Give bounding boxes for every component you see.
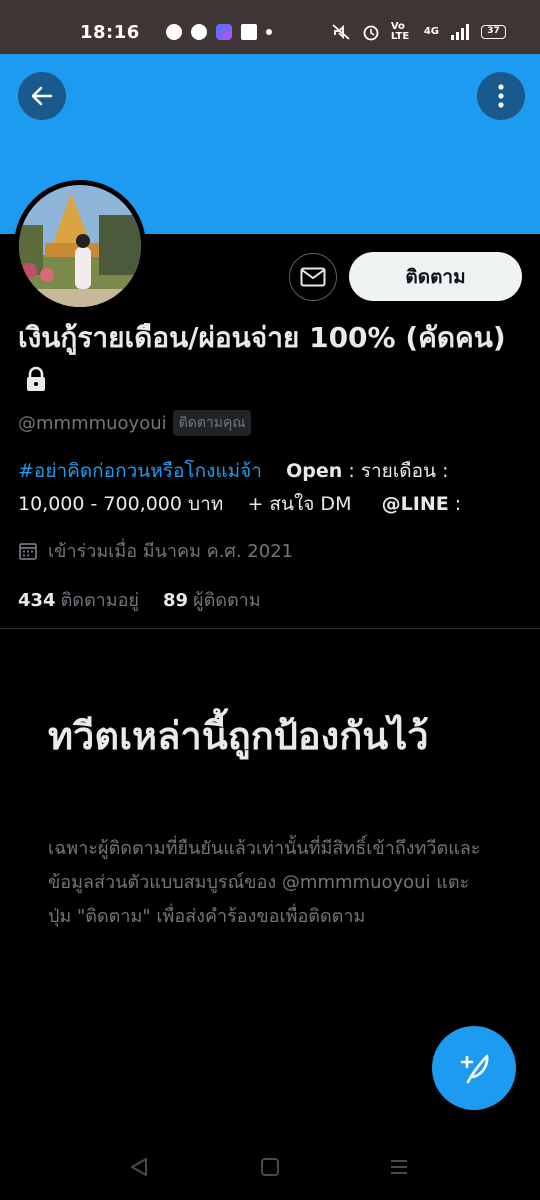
mail-icon bbox=[300, 267, 326, 287]
avatar-image bbox=[19, 185, 141, 307]
more-options-button[interactable] bbox=[477, 72, 525, 120]
system-nav-bar bbox=[0, 1134, 540, 1200]
bio-line1-rest: : รายเดือน : bbox=[342, 460, 449, 482]
nav-recents-icon bbox=[391, 1160, 407, 1174]
line-icon bbox=[166, 24, 182, 40]
avatar[interactable] bbox=[14, 180, 146, 312]
more-vertical-icon bbox=[498, 84, 504, 108]
mute-icon bbox=[332, 24, 350, 40]
messenger-icon bbox=[191, 24, 207, 40]
compose-tweet-button[interactable] bbox=[432, 1026, 516, 1110]
compose-tweet-icon bbox=[460, 1054, 489, 1084]
notification-icons bbox=[166, 24, 272, 40]
profile-handle: @mmmmuoyoui bbox=[18, 412, 167, 434]
protected-title: ทวีตเหล่านี้ถูกป้องกันไว้ bbox=[48, 714, 429, 758]
bio-open-label: Open bbox=[286, 460, 343, 482]
network-type: 4G bbox=[423, 26, 439, 37]
back-button[interactable] bbox=[18, 72, 66, 120]
facebook-icon bbox=[241, 24, 257, 40]
follow-stats: 434 ติดตามอยู่ 89 ผู้ติดตาม bbox=[18, 585, 261, 614]
status-time: 18:16 bbox=[80, 22, 140, 43]
status-bar: 18:16 Vo LTE 4G 37 bbox=[0, 0, 540, 54]
nav-back-icon bbox=[131, 1158, 147, 1176]
following-count: 434 bbox=[18, 590, 56, 611]
protected-description: เฉพาะผู้ติดตามที่ยืนยันแล้วเท่านั้นที่มี… bbox=[48, 838, 481, 927]
battery-indicator: 37 bbox=[481, 25, 506, 39]
nav-home-button[interactable] bbox=[259, 1156, 281, 1182]
follows-you-badge: ติดตามคุณ bbox=[172, 410, 252, 436]
nav-home-icon bbox=[261, 1158, 279, 1176]
follow-button[interactable]: ติดตาม bbox=[349, 252, 522, 301]
arrow-left-icon bbox=[31, 86, 53, 106]
followers-label: ผู้ติดตาม bbox=[193, 590, 261, 611]
signal-icon bbox=[451, 24, 469, 40]
nav-back-button[interactable] bbox=[128, 1156, 150, 1182]
profile-name-text: เงินกู้รายเดือน/ผ่อนจ่าย 100% (คัดคน) bbox=[18, 321, 506, 354]
following-stat[interactable]: 434 ติดตามอยู่ bbox=[18, 585, 139, 614]
bio-line2: 10,000 - 700,000 บาท + สนใจ DM bbox=[18, 493, 382, 515]
profile-name: เงินกู้รายเดือน/ผ่อนจ่าย 100% (คัดคน) bbox=[18, 316, 518, 405]
system-icons: Vo LTE 4G 37 bbox=[331, 22, 506, 42]
followers-count: 89 bbox=[162, 590, 189, 611]
message-button[interactable] bbox=[289, 253, 337, 301]
joined-text: เข้าร่วมเมื่อ มีนาคม ค.ศ. 2021 bbox=[48, 541, 294, 562]
followers-stat[interactable]: 89 ผู้ติดตาม bbox=[163, 585, 261, 614]
divider bbox=[0, 628, 540, 629]
nav-recents-button[interactable] bbox=[388, 1156, 410, 1182]
bio-line-label: @LINE bbox=[381, 493, 449, 515]
volte-indicator: Vo LTE bbox=[390, 21, 410, 42]
bio-line2-end: : bbox=[448, 493, 462, 515]
following-label: ติดตามอยู่ bbox=[60, 590, 139, 611]
profile-bio: #อย่าคิดก่อกวนหรือโกงแม่จ้า Open : รายเด… bbox=[18, 455, 523, 521]
handle-row: @mmmmuoyoui ติดตามคุณ bbox=[18, 410, 252, 436]
joined-date: เข้าร่วมเมื่อ มีนาคม ค.ศ. 2021 bbox=[18, 536, 293, 565]
dot-icon bbox=[266, 29, 272, 35]
calendar-icon bbox=[19, 542, 37, 560]
lock-icon bbox=[24, 361, 48, 405]
alarm-icon bbox=[363, 25, 379, 41]
bio-hashtag-link[interactable]: #อย่าคิดก่อกวนหรือโกงแม่จ้า bbox=[18, 460, 262, 482]
app-icon bbox=[216, 24, 232, 40]
